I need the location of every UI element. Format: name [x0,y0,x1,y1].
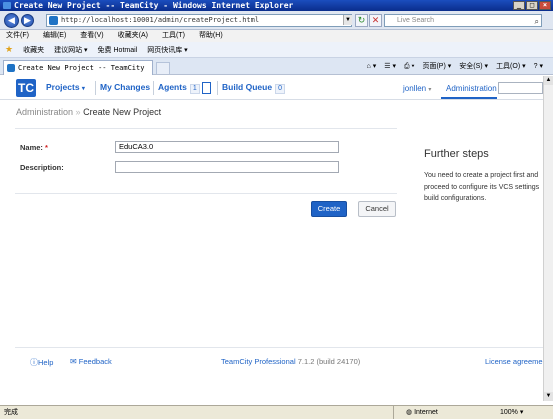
user-menu[interactable]: jonllen ▾ [403,84,431,93]
menu-help[interactable]: 帮助(H) [199,30,223,42]
queue-count: 0 [275,84,285,94]
page-footer: ⓘHelp ✉ Feedback TeamCity Professional 7… [15,347,543,375]
feedback-icon: ✉ [70,357,77,366]
command-tools[interactable]: 工具(O) ▾ [496,60,526,74]
page-title: Create New Project [83,107,162,117]
maximize-button[interactable]: □ [526,1,538,10]
search-icon[interactable]: ⌕ [535,16,539,27]
search-input[interactable]: Live Search ⌕ [384,14,542,27]
header-search-input[interactable] [498,82,543,94]
further-steps-text: You need to create a project first and p… [424,172,540,202]
menu-favorites[interactable]: 收藏夹(A) [118,30,148,42]
further-steps-title: Further steps [424,148,489,160]
tab-title: Create New Project -- TeamCity [18,64,145,72]
window-title: Create New Project -- TeamCity - Windows… [14,1,294,10]
command-safety[interactable]: 安全(S) ▾ [459,60,488,74]
home-icon[interactable]: ⌂ ▾ [367,60,377,74]
help-circle-icon: ⓘ [30,358,38,367]
scroll-up-icon[interactable]: ▲ [544,76,553,85]
name-label: Name: * [20,143,48,152]
teamcity-header: TC Projects ▾ My Changes Agents 1 Build Q… [0,76,543,100]
close-button[interactable]: × [539,1,551,10]
ie-logo-icon [3,2,11,9]
cancel-button[interactable]: Cancel [358,201,396,217]
menu-bar: 文件(F) 编辑(E) 查看(V) 收藏夹(A) 工具(T) 帮助(H) [0,30,553,42]
address-dropdown-icon[interactable]: ▼ [343,15,352,25]
form-bottom-divider [15,193,397,194]
address-text: http://localhost:10001/admin/createProje… [61,16,260,24]
address-input[interactable]: http://localhost:10001/admin/createProje… [46,14,352,27]
required-marker: * [45,143,48,152]
nav-administration[interactable]: Administration [446,84,497,93]
menu-view[interactable]: 查看(V) [80,30,103,42]
feeds-icon[interactable]: ☰ ▾ [384,60,396,74]
version-info: TeamCity Professional 7.1.2 (build 24170… [221,357,360,366]
agent-status-icon[interactable] [202,82,211,94]
nav-build-queue[interactable]: Build Queue 0 [222,82,285,94]
forward-button[interactable]: ▶ [21,14,34,27]
globe-icon: ◍ [406,409,413,416]
favorites-label[interactable]: 收藏夹 [23,45,44,55]
menu-tools[interactable]: 工具(T) [162,30,185,42]
teamcity-logo[interactable]: TC [16,79,36,97]
scroll-down-icon[interactable]: ▼ [544,392,553,401]
favorite-hotmail[interactable]: 免费 Hotmail [98,45,138,55]
agents-count: 1 [189,84,200,94]
vertical-scrollbar[interactable]: ▲ ▼ [543,76,553,401]
minimize-button[interactable]: _ [513,1,525,10]
status-text: 完成 [4,409,18,416]
tab-favicon-icon [7,64,15,72]
nav-projects[interactable]: Projects ▾ [46,82,85,92]
version-text: 7.1.2 (build 24170) [297,357,361,366]
address-toolbar: ◀ ▶ http://localhost:10001/admin/createP… [0,11,553,30]
print-icon[interactable]: ⎙ ▾ [404,60,415,74]
form-top-divider [15,128,397,129]
project-name-input[interactable]: EduCA3.0 [115,141,339,153]
zoom-level[interactable]: 100% ▾ [500,406,523,419]
help-icon[interactable]: ? ▾ [534,60,543,74]
command-page[interactable]: 页面(P) ▾ [422,60,451,74]
nav-agents[interactable]: Agents 1 [158,82,200,94]
teamcity-favicon-icon [49,16,58,25]
help-link[interactable]: ⓘHelp [30,357,53,368]
create-button[interactable]: Create [311,201,347,217]
project-description-input[interactable] [115,161,339,173]
menu-edit[interactable]: 编辑(E) [43,30,66,42]
active-tab-indicator [441,97,497,99]
favorites-bar: ★ 收藏夹 建议网站 ▾ 免费 Hotmail 网页快讯库 ▾ [0,42,553,58]
refresh-icon[interactable]: ↻ [355,14,368,27]
favorite-web-slices[interactable]: 网页快讯库 ▾ [147,45,187,55]
description-label: Description: [20,163,64,172]
breadcrumb-separator: » [75,107,81,117]
window-titlebar: Create New Project -- TeamCity - Windows… [0,0,553,11]
command-bar: ⌂ ▾ ☰ ▾ ⎙ ▾ 页面(P) ▾ 安全(S) ▾ 工具(O) ▾ ? ▾ [367,60,543,74]
security-zone[interactable]: ◍ Internet [393,406,493,419]
feedback-link[interactable]: ✉ Feedback [70,357,112,366]
breadcrumb-administration[interactable]: Administration [16,107,73,117]
status-bar: 完成 ◍ Internet 100% ▾ [0,405,553,419]
product-link[interactable]: TeamCity Professional [221,357,296,366]
nav-my-changes[interactable]: My Changes [100,82,150,92]
favorites-star-icon[interactable]: ★ [5,44,13,55]
search-placeholder: Live Search [397,17,434,24]
license-link[interactable]: License agreeme [485,357,543,366]
back-button[interactable]: ◀ [4,13,19,28]
browser-tab[interactable]: Create New Project -- TeamCity [3,60,153,75]
breadcrumb: Administration » Create New Project [16,107,161,117]
tab-row: Create New Project -- TeamCity ⌂ ▾ ☰ ▾ ⎙… [0,58,553,75]
stop-icon[interactable]: ✕ [369,14,382,27]
menu-file[interactable]: 文件(F) [6,30,29,42]
favorite-suggested-sites[interactable]: 建议网站 ▾ [54,45,87,55]
new-tab-button[interactable] [156,62,170,74]
